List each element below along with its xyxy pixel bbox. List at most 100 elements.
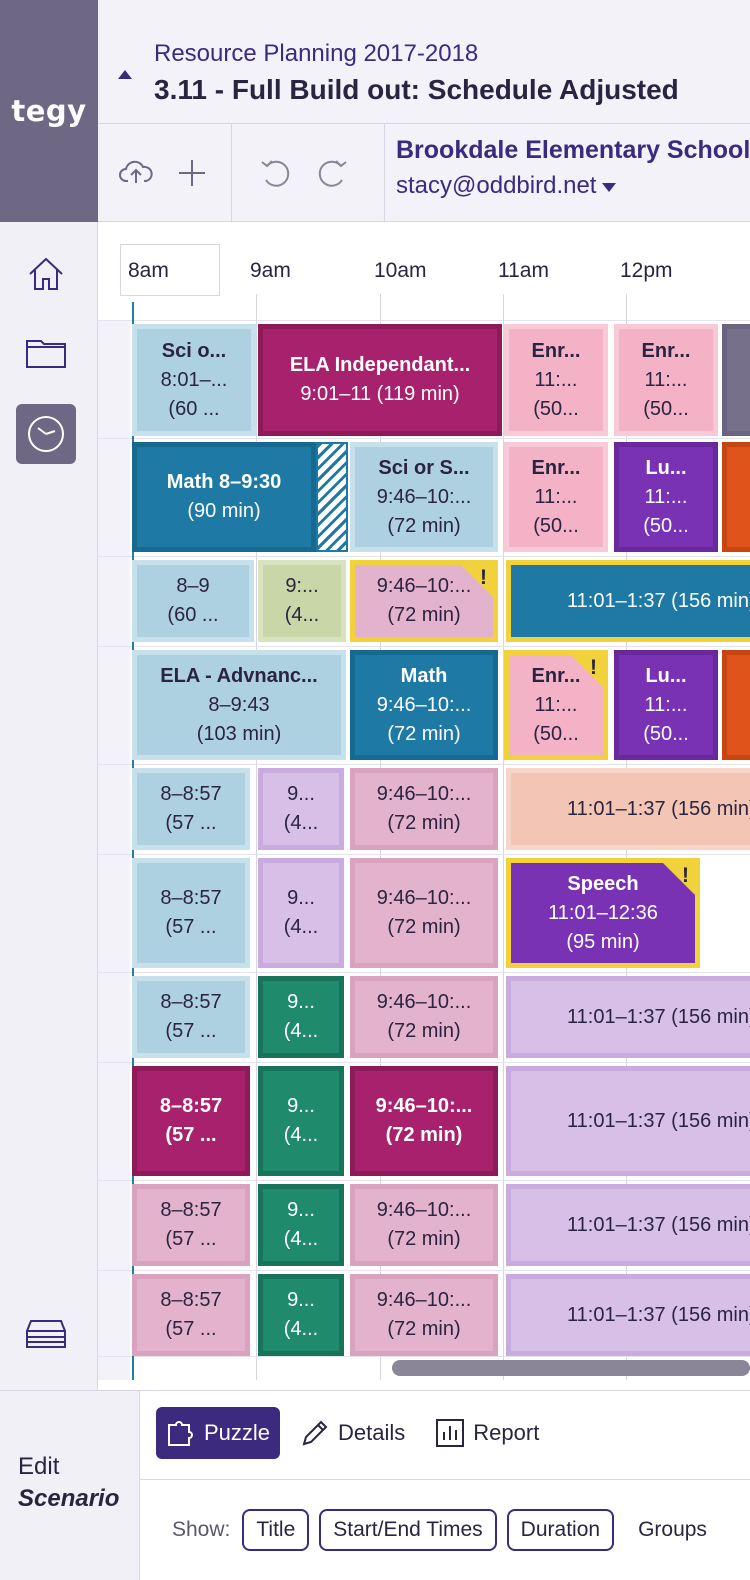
schedule-block[interactable]: 9:46–10:... (72 min) <box>350 858 498 968</box>
nav-home[interactable] <box>16 244 76 304</box>
schedule-block-warning[interactable]: ! Speech 11:01–12:36 (95 min) <box>506 858 700 968</box>
schedule-block[interactable]: Enr... 11:... (50... <box>504 324 608 436</box>
user-menu[interactable]: stacy@oddbird.net <box>396 172 617 200</box>
schedule-block[interactable]: Math 8–9:30 (90 min) <box>132 442 316 552</box>
schedule-block[interactable] <box>722 442 750 552</box>
block-duration: (50... <box>643 514 689 537</box>
block-title: Enr... <box>531 456 581 479</box>
redo-icon[interactable] <box>312 153 352 193</box>
block-duration: (60 ... <box>168 397 220 420</box>
nav-schedule[interactable] <box>16 404 76 464</box>
cloud-upload-icon[interactable] <box>116 153 156 193</box>
schedule-block[interactable]: 8–8:57 (57 ... <box>132 1066 250 1176</box>
schedule-block[interactable]: 9:46–10:... (72 min) <box>350 976 498 1058</box>
schedule-block[interactable]: 9... (4... <box>258 768 344 850</box>
show-times-toggle[interactable]: Start/End Times <box>319 1509 497 1551</box>
schedule-block[interactable]: 9:46–10:... (72 min) <box>350 1274 498 1356</box>
block-duration: (4... <box>283 1318 319 1340</box>
tab-details[interactable]: Details <box>290 1407 415 1459</box>
row-divider <box>98 320 750 321</box>
schedule-block[interactable]: Math 9:46–10:... (72 min) <box>350 650 498 760</box>
schedule-block[interactable]: 11:01–1:37 (156 min) <box>506 976 750 1058</box>
schedule-block[interactable]: Enr... 11:... (50... <box>504 442 608 552</box>
display-options: Show: Title Start/End Times Duration Gro… <box>172 1509 721 1551</box>
schedule-block[interactable]: 8–8:57 (57 ... <box>132 768 250 850</box>
schedule-block[interactable]: 11:01–1:37 (156 min) <box>506 560 750 642</box>
chevron-down-icon <box>602 182 617 192</box>
block-duration: (72 min) <box>387 1228 461 1250</box>
schedule-block[interactable]: 11:01–1:37 (156 min) <box>506 768 750 850</box>
schedule-block[interactable]: 11:01–1:37 (156 min) <box>506 1274 750 1356</box>
tab-report[interactable]: Report <box>425 1407 549 1459</box>
block-title: Speech <box>567 872 639 895</box>
schedule-block[interactable]: 8–9 (60 ... <box>132 560 254 642</box>
schedule-block[interactable] <box>722 650 750 760</box>
block-time: 9:46–10:... <box>375 1095 473 1117</box>
schedule-block[interactable]: 9:46–10:... (72 min) <box>350 768 498 850</box>
schedule-block[interactable]: Enr... 11:... (50... <box>614 324 718 436</box>
school-name: Brookdale Elementary School <box>396 136 750 164</box>
clock-icon <box>28 416 64 452</box>
row-divider <box>98 438 750 439</box>
block-duration: (57 ... <box>165 916 217 938</box>
block-title-time: Math 8–9:30 <box>166 471 282 493</box>
block-title: Math <box>400 664 448 687</box>
schedule-block[interactable] <box>722 324 750 436</box>
show-groups-toggle[interactable]: Groups <box>624 1509 721 1551</box>
schedule-block[interactable]: Sci or S... 9:46–10:... (72 min) <box>350 442 498 552</box>
block-title: Sci or S... <box>378 456 470 479</box>
collapse-caret-icon[interactable] <box>118 70 132 79</box>
plan-name[interactable]: Resource Planning 2017-2018 <box>154 40 478 68</box>
schedule-block[interactable]: 8–8:57 (57 ... <box>132 858 250 968</box>
undo-icon[interactable] <box>256 153 296 193</box>
schedule-block[interactable]: 11:01–1:37 (156 min) <box>506 1184 750 1266</box>
block-duration: (4... <box>283 916 319 938</box>
schedule-grid[interactable]: 8am 9am 10am 11am 12pm Sci o... 8:01–...… <box>98 222 750 1390</box>
warning-icon: ! <box>682 864 689 887</box>
schedule-block[interactable]: 8–8:57 (57 ... <box>132 1274 250 1356</box>
edit-scenario-toggle[interactable]: Edit Scenario <box>0 1391 140 1580</box>
schedule-block[interactable]: 9... (4... <box>258 858 344 968</box>
horizontal-scrollbar[interactable] <box>392 1360 750 1376</box>
block-time: 9:46–10:... <box>376 1289 472 1311</box>
schedule-block[interactable]: 9:46–10:... (72 min) <box>350 1184 498 1266</box>
app-logo[interactable]: tegy <box>0 0 98 222</box>
schedule-block[interactable]: 9... (4... <box>258 1274 344 1356</box>
schedule-block[interactable]: ELA Independant... 9:01–11 (119 min) <box>258 324 502 436</box>
block-time: 8:01–... <box>160 368 228 391</box>
schedule-block[interactable]: Lu... 11:... (50... <box>614 650 718 760</box>
time-label-11am: 11am <box>498 259 549 282</box>
tab-label: Puzzle <box>204 1420 271 1445</box>
nav-folder[interactable] <box>16 322 76 382</box>
schedule-block[interactable]: 11:01–1:37 (156 min) <box>506 1066 750 1176</box>
row-divider <box>98 1270 750 1271</box>
block-duration: (90 min) <box>187 500 261 522</box>
schedule-block[interactable]: 9... (4... <box>258 1184 344 1266</box>
bottom-panel: Edit Scenario Puzzle Details Report Show… <box>0 1390 750 1580</box>
block-duration: (50... <box>643 722 689 745</box>
schedule-block-warning[interactable]: ! Enr... 11:... (50... <box>504 650 608 760</box>
block-duration: (57 ... <box>165 812 217 834</box>
block-duration: (72 min) <box>387 604 461 626</box>
schedule-block[interactable]: 9... (4... <box>258 1066 344 1176</box>
block-time: 11:01–1:37 (156 min) <box>567 1109 750 1132</box>
nav-inbox[interactable] <box>16 1304 76 1364</box>
scenario-title[interactable]: 3.11 - Full Build out: Schedule Adjusted <box>154 74 679 106</box>
schedule-block[interactable]: Lu... 11:... (50... <box>614 442 718 552</box>
schedule-block[interactable]: 9:46–10:... (72 min) <box>350 1066 498 1176</box>
schedule-block[interactable]: ELA - Advnanc... 8–9:43 (103 min) <box>132 650 346 760</box>
block-time: 9... <box>287 1289 315 1311</box>
warning-icon: ! <box>590 656 597 679</box>
block-duration: (50... <box>533 514 579 537</box>
schedule-block[interactable]: Sci o... 8:01–... (60 ... <box>132 324 256 436</box>
schedule-block-warning[interactable]: ! 9:46–10:... (72 min) <box>350 560 498 642</box>
schedule-block[interactable]: 8–8:57 (57 ... <box>132 976 250 1058</box>
show-duration-toggle[interactable]: Duration <box>506 1509 615 1551</box>
schedule-block[interactable]: 9:... (4... <box>258 560 346 642</box>
add-icon[interactable] <box>172 153 212 193</box>
show-title-toggle[interactable]: Title <box>242 1509 310 1551</box>
tab-puzzle[interactable]: Puzzle <box>156 1407 281 1459</box>
block-title: Enr... <box>531 339 581 362</box>
schedule-block[interactable]: 9... (4... <box>258 976 344 1058</box>
schedule-block[interactable]: 8–8:57 (57 ... <box>132 1184 250 1266</box>
